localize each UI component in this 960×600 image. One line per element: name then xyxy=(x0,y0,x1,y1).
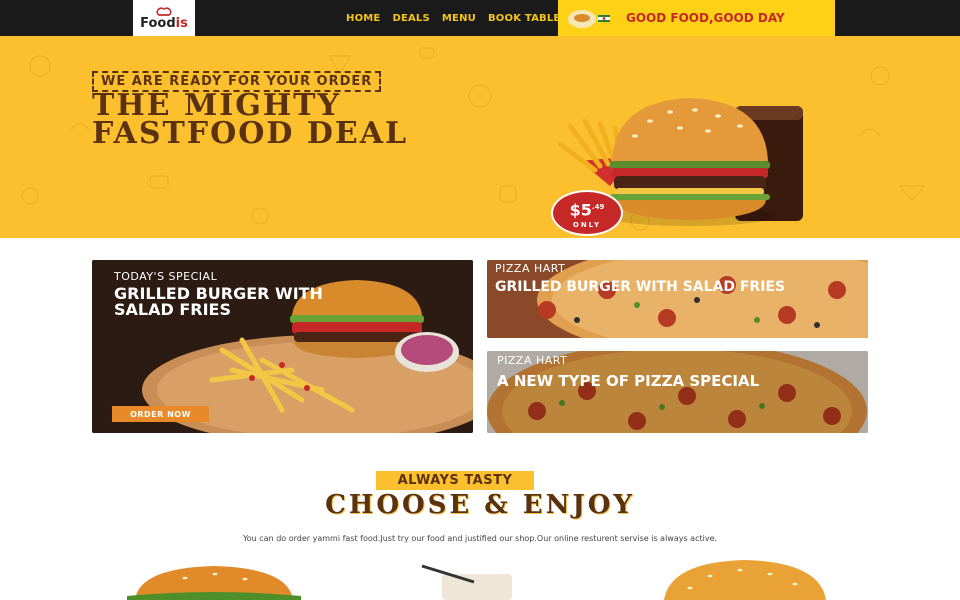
special-card-pizza-2[interactable]: PIZZA HART A NEW TYPE OF PIZZA SPECIAL xyxy=(487,351,868,433)
page: Foodis HOME DEALS MENU BOOK TABLE GOOD F… xyxy=(0,0,960,600)
site-logo[interactable]: Foodis xyxy=(133,0,195,36)
card-label: PIZZA HART xyxy=(497,354,568,367)
section-tag: ALWAYS TASTY xyxy=(376,471,534,490)
order-now-button[interactable]: ORDER NOW xyxy=(112,406,209,422)
top-navbar: Foodis HOME DEALS MENU BOOK TABLE GOOD F… xyxy=(0,0,960,36)
special-card-burger[interactable]: TODAY'S SPECIAL GRILLED BURGER WITH SALA… xyxy=(92,260,473,433)
card-label: PIZZA HART xyxy=(495,262,566,275)
promo-text: GOOD FOOD,GOOD DAY xyxy=(626,11,785,25)
menu-item-bun-image[interactable] xyxy=(660,560,830,600)
nav-book-table[interactable]: BOOK TABLE xyxy=(482,13,566,24)
nav-home[interactable]: HOME xyxy=(340,13,386,24)
promo-banner: GOOD FOOD,GOOD DAY xyxy=(558,0,835,36)
card-title: GRILLED BURGER WITH SALAD FRIES xyxy=(114,284,323,319)
menu-item-burger-image[interactable] xyxy=(125,560,303,600)
hero-banner: WE ARE READY FOR YOUR ORDER THE MIGHTY F… xyxy=(0,36,960,238)
card-label: TODAY'S SPECIAL xyxy=(114,270,218,283)
nav-menu[interactable]: MENU xyxy=(436,13,482,24)
chef-hat-icon xyxy=(155,6,173,17)
section-title: CHOOSE & ENJOY xyxy=(325,490,635,520)
card-title: GRILLED BURGER WITH SALAD FRIES xyxy=(495,279,786,295)
nav-deals[interactable]: DEALS xyxy=(386,13,435,24)
menu-item-drink-image[interactable] xyxy=(412,560,532,600)
section-description: You can do order yammi fast food.Just tr… xyxy=(242,534,718,543)
card-title: A NEW TYPE OF PIZZA SPECIAL xyxy=(497,372,760,390)
food-plate-icon xyxy=(566,6,614,30)
price-badge: $5.49 ONLY xyxy=(551,190,623,236)
hero-headline: THE MIGHTY FASTFOOD DEAL xyxy=(92,88,409,151)
special-card-pizza-1[interactable]: PIZZA HART GRILLED BURGER WITH SALAD FRI… xyxy=(487,260,868,338)
logo-text: Foodis xyxy=(140,15,188,31)
main-nav: HOME DEALS MENU BOOK TABLE xyxy=(340,0,566,36)
